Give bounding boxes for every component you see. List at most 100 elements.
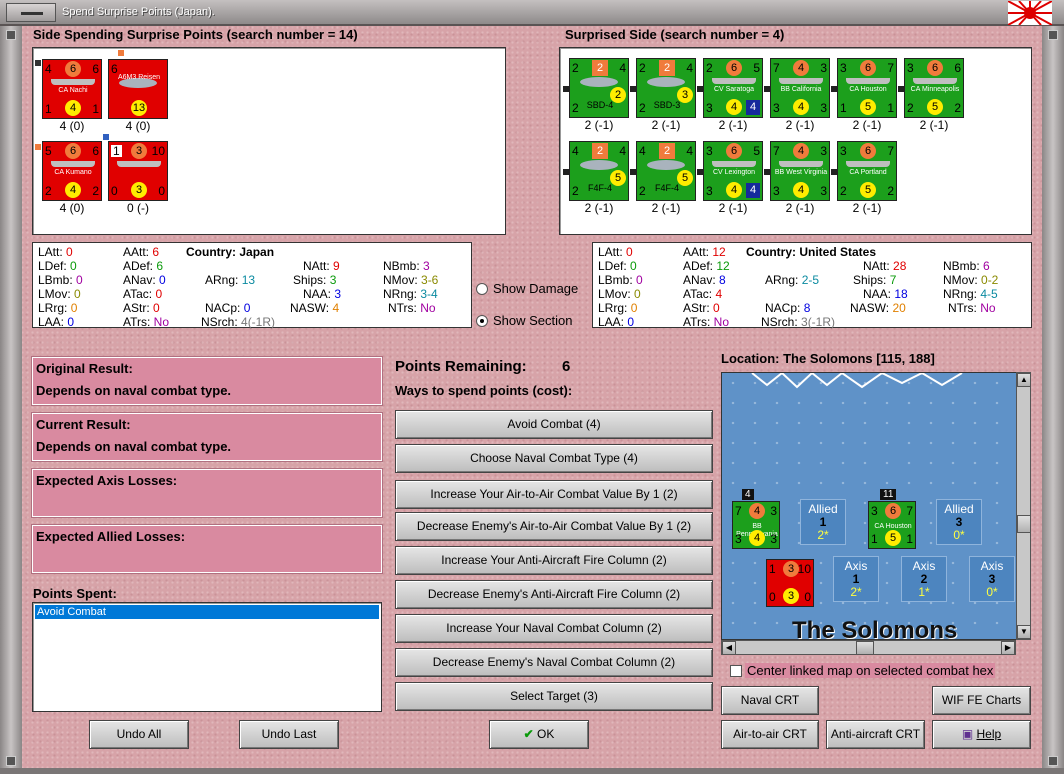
action-button[interactable]: Decrease Enemy's Naval Combat Column (2)	[395, 648, 713, 677]
unit-caption: 2 (-1)	[651, 118, 681, 132]
spending-side-title: Side Spending Surprise Points (search nu…	[33, 27, 358, 42]
spending-units-panel: 466 CA Nachi 141 4 (0) 6 A6M3 Reisen 13 4…	[32, 47, 506, 235]
axis-combat-box[interactable]: Axis 1 2*	[833, 556, 879, 602]
map-vertical-scrollbar[interactable]: ▲ ▼	[1016, 372, 1031, 640]
scroll-thumb[interactable]	[1017, 515, 1031, 533]
action-button[interactable]: Choose Naval Combat Type (4)	[395, 444, 713, 473]
stat-nsrch: NSrch: 4(-1R)	[201, 315, 276, 329]
original-result-label: Original Result:	[36, 361, 133, 376]
combat-map[interactable]: 743BB Pennsylvania343 367CA Houston151 131…	[721, 372, 1031, 640]
scroll-left-icon[interactable]: ◀	[722, 641, 736, 655]
unit-counter[interactable]: 566 CA Kumano 242	[42, 141, 102, 201]
location-label: Location: The Solomons [115, 188]	[721, 351, 935, 366]
unit-caption: 2 (-1)	[785, 201, 815, 215]
unit-counter[interactable]: 1 3 10 030	[108, 141, 168, 201]
unit-caption: 2 (-1)	[785, 118, 815, 132]
stat-ships: Ships: 3	[293, 273, 337, 287]
stat-ldef: LDef: 0	[38, 259, 77, 273]
stat-anav: ANav: 0	[123, 273, 166, 287]
help-book-icon: ▣	[961, 727, 977, 741]
unit-caption: 4 (0)	[125, 119, 151, 133]
stat-aatt: AAtt: 6	[123, 245, 160, 259]
scroll-down-icon[interactable]: ▼	[1017, 625, 1031, 639]
unit-caption: 2 (-1)	[584, 118, 614, 132]
unit-counter[interactable]: 3 6 7 CA Houston 1 5 1	[837, 58, 897, 118]
show-section-label[interactable]: Show Section	[493, 313, 573, 328]
stat-nasw: NASW: 20	[850, 301, 906, 315]
wif-charts-button[interactable]: WIF FE Charts	[932, 686, 1031, 715]
scroll-up-icon[interactable]: ▲	[1017, 373, 1031, 387]
map-horizontal-scrollbar[interactable]: ◀ ▶	[721, 640, 1016, 655]
points-spent-list[interactable]: Avoid Combat	[32, 602, 382, 712]
help-button[interactable]: ▣ Help	[932, 720, 1031, 749]
ways-to-spend-label: Ways to spend points (cost):	[395, 383, 573, 398]
stat-nsrch: NSrch: 3(-1R)	[761, 315, 836, 329]
map-unit-counter[interactable]: 743BB Pennsylvania343	[732, 501, 780, 549]
allied-losses-panel: Expected Allied Losses:	[31, 524, 383, 574]
minus-icon	[21, 12, 43, 15]
allied-combat-box[interactable]: Allied 3 0*	[936, 499, 982, 545]
stack-marker	[563, 169, 569, 175]
action-button[interactable]: Select Target (3)	[395, 682, 713, 711]
system-menu-button[interactable]	[6, 3, 56, 22]
action-button[interactable]: Increase Your Naval Combat Column (2)	[395, 614, 713, 643]
current-result-label: Current Result:	[36, 417, 131, 432]
stack-marker	[697, 169, 703, 175]
axis-combat-box[interactable]: Axis 3 0*	[969, 556, 1015, 602]
stat-ntrs: NTrs: No	[948, 301, 996, 315]
map-unit-counter[interactable]: 3 6 7 CA Houston 1 5 1	[868, 501, 916, 549]
unit-counter[interactable]: 7 4 3 BB California 3 4 3	[770, 58, 830, 118]
undo-all-button[interactable]: Undo All	[89, 720, 189, 749]
action-button[interactable]: Increase Your Anti-Aircraft Fire Column …	[395, 546, 713, 575]
map-unit-counter[interactable]: 1 3 10 0 3 0	[766, 559, 814, 607]
unit-counter[interactable]: 4 2 4 F4F-4 2 5	[569, 141, 629, 201]
stack-marker	[630, 169, 636, 175]
frame-corner	[6, 30, 16, 40]
unit-counter[interactable]: 2 6 5 CV Saratoga 3 4 4	[703, 58, 763, 118]
naval-crt-button[interactable]: Naval CRT	[721, 686, 819, 715]
stat-laa: LAA: 0	[598, 315, 635, 329]
action-button[interactable]: Decrease Enemy's Anti-Aircraft Fire Colu…	[395, 580, 713, 609]
allied-combat-box[interactable]: Allied 1 2*	[800, 499, 846, 545]
scroll-right-icon[interactable]: ▶	[1001, 641, 1015, 655]
unit-counter[interactable]: 466 CA Nachi 141	[42, 59, 102, 119]
action-button[interactable]: Avoid Combat (4)	[395, 410, 713, 439]
stat-latt: LAtt: 0	[38, 245, 73, 259]
list-item[interactable]: Avoid Combat	[35, 605, 379, 619]
help-label: Help	[976, 727, 1002, 741]
scroll-thumb[interactable]	[856, 641, 874, 655]
show-damage-label[interactable]: Show Damage	[493, 281, 578, 296]
coastline-icon	[751, 373, 963, 389]
unit-counter[interactable]: 3 6 6 CA Minneapolis 2 5 2	[904, 58, 964, 118]
unit-counter[interactable]: 4 2 4 F4F-4 2 5	[636, 141, 696, 201]
unit-counter[interactable]: 6 A6M3 Reisen 13	[108, 59, 168, 119]
stat-nacp: NACp: 0	[205, 301, 251, 315]
anti-aircraft-crt-button[interactable]: Anti-aircraft CRT	[826, 720, 925, 749]
undo-last-button[interactable]: Undo Last	[239, 720, 339, 749]
surprised-units-panel: 2 2 4 SBD-4 2 2 2 (-1) 2 2 4 SBD-3 2 3 2 (-1) 2 6 5 CV Sa…	[559, 47, 1032, 235]
stat-lmov: LMov: 0	[38, 287, 81, 301]
unit-counter[interactable]: 3 6 5 CV Lexington 3 4 4	[703, 141, 763, 201]
air-to-air-crt-button[interactable]: Air-to-air CRT	[721, 720, 819, 749]
unit-counter[interactable]: 7 4 3 BB West Virginia 3 4 3	[770, 141, 830, 201]
show-damage-radio[interactable]	[476, 283, 488, 295]
unit-counter[interactable]: 3 6 7 CA Portland 2 5 2	[837, 141, 897, 201]
unit-counter[interactable]: 2 2 4 SBD-3 2 3	[636, 58, 696, 118]
stack-marker	[697, 86, 703, 92]
show-section-radio[interactable]	[476, 315, 488, 327]
center-map-label[interactable]: Center linked map on selected combat hex	[745, 663, 996, 678]
stack-marker	[563, 86, 569, 92]
unit-counter[interactable]: 2 2 4 SBD-4 2 2	[569, 58, 629, 118]
stat-natt: NAtt: 28	[863, 259, 907, 273]
unit-caption: 2 (-1)	[718, 118, 748, 132]
stat-atac: ATac: 0	[123, 287, 163, 301]
action-button[interactable]: Decrease Enemy's Air-to-Air Combat Value…	[395, 512, 713, 541]
axis-combat-box[interactable]: Axis 2 1*	[901, 556, 947, 602]
stack-marker	[831, 169, 837, 175]
center-map-checkbox[interactable]	[730, 665, 742, 677]
window-title: Spend Surprise Points (Japan).	[62, 6, 215, 18]
unit-caption: 2 (-1)	[919, 118, 949, 132]
action-button[interactable]: Increase Your Air-to-Air Combat Value By…	[395, 480, 713, 509]
country-label: Country: United States	[746, 245, 877, 259]
ok-button[interactable]: ✔ OK	[489, 720, 589, 749]
